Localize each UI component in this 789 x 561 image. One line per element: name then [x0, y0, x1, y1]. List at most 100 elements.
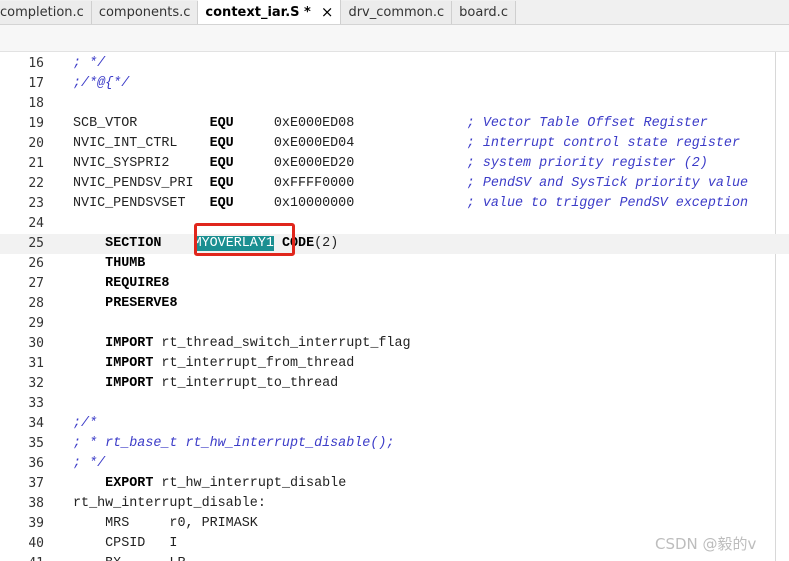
keyword-token: THUMB — [105, 256, 146, 271]
line-number: 37 — [28, 476, 44, 491]
line-number: 19 — [28, 116, 44, 131]
keyword-token: IMPORT — [105, 356, 154, 371]
tab-2[interactable]: context_iar.S * × — [198, 0, 342, 24]
code-line[interactable]: 38 rt_hw_interrupt_disable: — [0, 494, 789, 514]
keyword-token: IMPORT — [105, 376, 154, 391]
line-number: 41 — [0, 554, 44, 561]
tab-label: drv_common.c — [348, 5, 445, 20]
editor-toolstrip — [0, 25, 789, 52]
keyword-token: EQU — [209, 196, 234, 211]
line-number: 28 — [28, 296, 44, 311]
code-line[interactable]: 29 — [0, 314, 789, 334]
code-line[interactable]: 28 PRESERVE8 — [0, 294, 789, 314]
code-token: BX LR — [73, 556, 185, 561]
code-token: SCB_VTOR — [73, 116, 210, 131]
code-line[interactable]: 33 — [0, 394, 789, 414]
code-token: 0xFFFF0000 — [233, 176, 467, 191]
code-token: NVIC_PENDSVSET — [73, 196, 210, 211]
code-token: rt_thread_switch_interrupt_flag — [153, 336, 411, 351]
tab-0[interactable]: completion.c — [0, 1, 92, 24]
keyword-token: PRESERVE8 — [105, 296, 178, 311]
code-text: IMPORT rt_thread_switch_interrupt_flag — [73, 334, 411, 354]
code-line[interactable]: 16 ; */ — [0, 54, 789, 74]
code-text: NVIC_SYSPRI2 EQU 0xE000ED20 ; system pri… — [73, 154, 708, 174]
code-token: rt_interrupt_to_thread — [153, 376, 339, 391]
code-line[interactable]: 22 NVIC_PENDSV_PRI EQU 0xFFFF0000 ; PendS… — [0, 174, 789, 194]
code-text: ; * rt_base_t rt_hw_interrupt_disable(); — [73, 434, 394, 454]
tab-bar: completion.c components.c context_iar.S * ×… — [0, 0, 789, 25]
code-line[interactable]: 39 MRS r0, PRIMASK — [0, 514, 789, 534]
code-line[interactable]: 41 BX LR — [0, 554, 789, 561]
comment-token: ; */ — [73, 56, 106, 71]
line-number: 36 — [28, 456, 44, 471]
line-number: 18 — [28, 96, 44, 111]
code-token: (2) — [314, 236, 339, 251]
code-line[interactable]: 32 IMPORT rt_interrupt_to_thread — [0, 374, 789, 394]
code-token: rt_hw_interrupt_disable — [153, 476, 347, 491]
keyword-token: EQU — [209, 116, 234, 131]
code-line[interactable]: 34 ;/* — [0, 414, 789, 434]
code-line[interactable]: 26 THUMB — [0, 254, 789, 274]
code-line[interactable]: 37 EXPORT rt_hw_interrupt_disable — [0, 474, 789, 494]
line-number: 21 — [28, 156, 44, 171]
code-editor[interactable]: 16 ; */ 17 ;/*@{*/ 18 19 SCB_VTOR EQU 0xE000ED… — [0, 52, 789, 561]
code-line[interactable]: 21 NVIC_SYSPRI2 EQU 0xE000ED20 ; system p… — [0, 154, 789, 174]
comment-token: ;/*@{*/ — [73, 76, 130, 91]
line-number: 38 — [28, 496, 44, 511]
code-line[interactable]: 20 NVIC_INT_CTRL EQU 0xE000ED04 ; interru… — [0, 134, 789, 154]
tab-label: completion.c — [0, 5, 84, 20]
code-text: SCB_VTOR EQU 0xE000ED08 ; Vector Table O… — [73, 114, 708, 134]
code-text: ;/* — [73, 414, 97, 434]
code-token: 0xE000ED08 — [233, 116, 467, 131]
code-text: IMPORT rt_interrupt_from_thread — [73, 354, 354, 374]
keyword-token: REQUIRE8 — [105, 276, 170, 291]
comment-token: ; Vector Table Offset Register — [466, 116, 708, 131]
code-text: NVIC_PENDSVSET EQU 0x10000000 ; value to… — [73, 194, 748, 214]
tab-3[interactable]: drv_common.c — [341, 1, 453, 24]
code-text: IMPORT rt_interrupt_to_thread — [73, 374, 338, 394]
code-text: ; */ — [73, 54, 105, 74]
code-token: rt_hw_interrupt_disable: — [73, 496, 266, 511]
tab-label: board.c — [459, 5, 508, 20]
line-number: 33 — [28, 396, 44, 411]
code-token: rt_interrupt_from_thread — [153, 356, 355, 371]
close-icon[interactable]: × — [321, 3, 334, 21]
comment-token: ;/* — [73, 416, 98, 431]
comment-token: ; value to trigger PendSV exception — [466, 196, 749, 211]
code-line[interactable]: 30 IMPORT rt_thread_switch_interrupt_fla… — [0, 334, 789, 354]
code-token: CPSID I — [73, 536, 178, 551]
code-line[interactable]: 31 IMPORT rt_interrupt_from_thread — [0, 354, 789, 374]
code-line[interactable]: 17 ;/*@{*/ — [0, 74, 789, 94]
keyword-token: EQU — [209, 136, 234, 151]
code-line[interactable]: 27 REQUIRE8 — [0, 274, 789, 294]
line-number: 17 — [28, 76, 44, 91]
code-line[interactable]: 23 NVIC_PENDSVSET EQU 0x10000000 ; value … — [0, 194, 789, 214]
code-text: NVIC_PENDSV_PRI EQU 0xFFFF0000 ; PendSV … — [73, 174, 748, 194]
code-text: ;/*@{*/ — [73, 74, 129, 94]
keyword-token: EQU — [209, 176, 234, 191]
comment-token: ; PendSV and SysTick priority value — [466, 176, 749, 191]
code-line[interactable]: 19 SCB_VTOR EQU 0xE000ED08 ; Vector Table… — [0, 114, 789, 134]
keyword-token: SECTION — [105, 236, 162, 251]
code-text: PRESERVE8 — [73, 294, 177, 314]
line-number: 24 — [28, 216, 44, 231]
line-number: 22 — [28, 176, 44, 191]
tab-1[interactable]: components.c — [91, 1, 199, 24]
code-token: 0x10000000 — [233, 196, 467, 211]
tab-4[interactable]: board.c — [452, 1, 516, 24]
code-line[interactable]: 25 SECTION MYOVERLAY1 CODE(2) — [0, 234, 789, 254]
line-number: 39 — [28, 516, 44, 531]
code-text: REQUIRE8 — [73, 274, 169, 294]
code-token: NVIC_INT_CTRL — [73, 136, 210, 151]
code-text: ; */ — [73, 454, 105, 474]
code-line[interactable]: 35 ; * rt_base_t rt_hw_interrupt_disable(… — [0, 434, 789, 454]
code-line[interactable]: 18 — [0, 94, 789, 114]
comment-token: ; interrupt control state register — [466, 136, 740, 151]
code-line[interactable]: 36 ; */ — [0, 454, 789, 474]
code-line[interactable]: 24 — [0, 214, 789, 234]
